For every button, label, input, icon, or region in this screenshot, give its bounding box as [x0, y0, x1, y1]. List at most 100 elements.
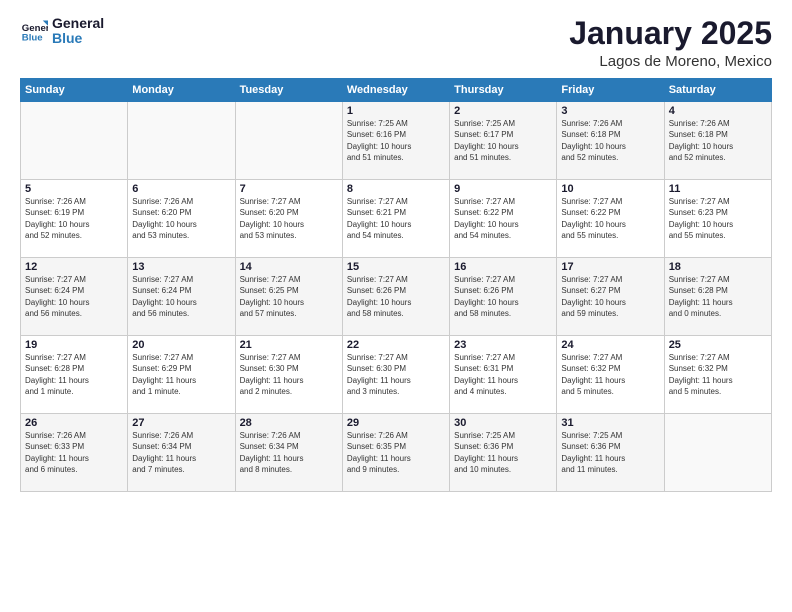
day-cell: 19Sunrise: 7:27 AM Sunset: 6:28 PM Dayli… — [21, 336, 128, 414]
day-cell — [128, 102, 235, 180]
day-info: Sunrise: 7:27 AM Sunset: 6:23 PM Dayligh… — [669, 196, 767, 241]
day-number: 21 — [240, 339, 338, 351]
day-cell: 7Sunrise: 7:27 AM Sunset: 6:20 PM Daylig… — [235, 180, 342, 258]
header-tuesday: Tuesday — [235, 79, 342, 102]
day-info: Sunrise: 7:25 AM Sunset: 6:16 PM Dayligh… — [347, 118, 445, 163]
day-number: 30 — [454, 417, 552, 429]
header-saturday: Saturday — [664, 79, 771, 102]
day-info: Sunrise: 7:27 AM Sunset: 6:30 PM Dayligh… — [240, 352, 338, 397]
logo-icon: General Blue — [20, 17, 48, 45]
day-number: 17 — [561, 261, 659, 273]
day-cell: 4Sunrise: 7:26 AM Sunset: 6:18 PM Daylig… — [664, 102, 771, 180]
day-info: Sunrise: 7:26 AM Sunset: 6:35 PM Dayligh… — [347, 430, 445, 475]
day-info: Sunrise: 7:27 AM Sunset: 6:30 PM Dayligh… — [347, 352, 445, 397]
day-info: Sunrise: 7:27 AM Sunset: 6:32 PM Dayligh… — [669, 352, 767, 397]
day-info: Sunrise: 7:26 AM Sunset: 6:33 PM Dayligh… — [25, 430, 123, 475]
day-number: 24 — [561, 339, 659, 351]
week-row-1: 1Sunrise: 7:25 AM Sunset: 6:16 PM Daylig… — [21, 102, 772, 180]
day-cell: 14Sunrise: 7:27 AM Sunset: 6:25 PM Dayli… — [235, 258, 342, 336]
day-cell: 25Sunrise: 7:27 AM Sunset: 6:32 PM Dayli… — [664, 336, 771, 414]
day-info: Sunrise: 7:26 AM Sunset: 6:20 PM Dayligh… — [132, 196, 230, 241]
day-number: 2 — [454, 105, 552, 117]
day-info: Sunrise: 7:27 AM Sunset: 6:21 PM Dayligh… — [347, 196, 445, 241]
day-cell: 21Sunrise: 7:27 AM Sunset: 6:30 PM Dayli… — [235, 336, 342, 414]
day-info: Sunrise: 7:27 AM Sunset: 6:31 PM Dayligh… — [454, 352, 552, 397]
day-info: Sunrise: 7:27 AM Sunset: 6:22 PM Dayligh… — [454, 196, 552, 241]
header-wednesday: Wednesday — [342, 79, 449, 102]
day-info: Sunrise: 7:26 AM Sunset: 6:18 PM Dayligh… — [561, 118, 659, 163]
day-info: Sunrise: 7:27 AM Sunset: 6:26 PM Dayligh… — [454, 274, 552, 319]
day-number: 20 — [132, 339, 230, 351]
day-number: 25 — [669, 339, 767, 351]
day-number: 26 — [25, 417, 123, 429]
day-number: 10 — [561, 183, 659, 195]
day-cell: 26Sunrise: 7:26 AM Sunset: 6:33 PM Dayli… — [21, 414, 128, 492]
calendar-subtitle: Lagos de Moreno, Mexico — [569, 53, 772, 70]
day-info: Sunrise: 7:27 AM Sunset: 6:32 PM Dayligh… — [561, 352, 659, 397]
day-number: 6 — [132, 183, 230, 195]
day-number: 11 — [669, 183, 767, 195]
logo-line2: Blue — [52, 31, 104, 46]
day-cell: 13Sunrise: 7:27 AM Sunset: 6:24 PM Dayli… — [128, 258, 235, 336]
day-number: 13 — [132, 261, 230, 273]
title-block: January 2025 Lagos de Moreno, Mexico — [569, 16, 772, 70]
day-cell: 29Sunrise: 7:26 AM Sunset: 6:35 PM Dayli… — [342, 414, 449, 492]
day-info: Sunrise: 7:26 AM Sunset: 6:34 PM Dayligh… — [132, 430, 230, 475]
day-cell: 24Sunrise: 7:27 AM Sunset: 6:32 PM Dayli… — [557, 336, 664, 414]
svg-text:Blue: Blue — [22, 33, 43, 44]
day-cell: 6Sunrise: 7:26 AM Sunset: 6:20 PM Daylig… — [128, 180, 235, 258]
day-cell: 11Sunrise: 7:27 AM Sunset: 6:23 PM Dayli… — [664, 180, 771, 258]
day-cell: 28Sunrise: 7:26 AM Sunset: 6:34 PM Dayli… — [235, 414, 342, 492]
day-cell: 16Sunrise: 7:27 AM Sunset: 6:26 PM Dayli… — [450, 258, 557, 336]
day-info: Sunrise: 7:26 AM Sunset: 6:34 PM Dayligh… — [240, 430, 338, 475]
day-number: 29 — [347, 417, 445, 429]
day-number: 14 — [240, 261, 338, 273]
day-number: 1 — [347, 105, 445, 117]
week-row-3: 12Sunrise: 7:27 AM Sunset: 6:24 PM Dayli… — [21, 258, 772, 336]
day-number: 31 — [561, 417, 659, 429]
day-info: Sunrise: 7:27 AM Sunset: 6:24 PM Dayligh… — [132, 274, 230, 319]
day-cell: 20Sunrise: 7:27 AM Sunset: 6:29 PM Dayli… — [128, 336, 235, 414]
day-info: Sunrise: 7:27 AM Sunset: 6:20 PM Dayligh… — [240, 196, 338, 241]
day-cell: 15Sunrise: 7:27 AM Sunset: 6:26 PM Dayli… — [342, 258, 449, 336]
day-info: Sunrise: 7:26 AM Sunset: 6:18 PM Dayligh… — [669, 118, 767, 163]
day-cell — [235, 102, 342, 180]
week-row-4: 19Sunrise: 7:27 AM Sunset: 6:28 PM Dayli… — [21, 336, 772, 414]
calendar-page: General Blue General Blue January 2025 L… — [0, 0, 792, 612]
day-cell: 18Sunrise: 7:27 AM Sunset: 6:28 PM Dayli… — [664, 258, 771, 336]
day-number: 16 — [454, 261, 552, 273]
day-cell: 23Sunrise: 7:27 AM Sunset: 6:31 PM Dayli… — [450, 336, 557, 414]
day-cell: 30Sunrise: 7:25 AM Sunset: 6:36 PM Dayli… — [450, 414, 557, 492]
calendar-body: 1Sunrise: 7:25 AM Sunset: 6:16 PM Daylig… — [21, 102, 772, 492]
day-number: 5 — [25, 183, 123, 195]
day-info: Sunrise: 7:27 AM Sunset: 6:27 PM Dayligh… — [561, 274, 659, 319]
header-thursday: Thursday — [450, 79, 557, 102]
day-info: Sunrise: 7:25 AM Sunset: 6:36 PM Dayligh… — [454, 430, 552, 475]
header-monday: Monday — [128, 79, 235, 102]
day-info: Sunrise: 7:25 AM Sunset: 6:17 PM Dayligh… — [454, 118, 552, 163]
day-cell: 2Sunrise: 7:25 AM Sunset: 6:17 PM Daylig… — [450, 102, 557, 180]
day-number: 7 — [240, 183, 338, 195]
day-cell — [664, 414, 771, 492]
day-number: 22 — [347, 339, 445, 351]
day-cell: 12Sunrise: 7:27 AM Sunset: 6:24 PM Dayli… — [21, 258, 128, 336]
day-number: 28 — [240, 417, 338, 429]
calendar-title: January 2025 — [569, 16, 772, 51]
week-row-2: 5Sunrise: 7:26 AM Sunset: 6:19 PM Daylig… — [21, 180, 772, 258]
day-number: 3 — [561, 105, 659, 117]
day-cell: 31Sunrise: 7:25 AM Sunset: 6:36 PM Dayli… — [557, 414, 664, 492]
day-number: 23 — [454, 339, 552, 351]
day-info: Sunrise: 7:27 AM Sunset: 6:24 PM Dayligh… — [25, 274, 123, 319]
day-number: 27 — [132, 417, 230, 429]
day-cell: 5Sunrise: 7:26 AM Sunset: 6:19 PM Daylig… — [21, 180, 128, 258]
day-info: Sunrise: 7:27 AM Sunset: 6:28 PM Dayligh… — [25, 352, 123, 397]
day-cell: 17Sunrise: 7:27 AM Sunset: 6:27 PM Dayli… — [557, 258, 664, 336]
day-info: Sunrise: 7:27 AM Sunset: 6:28 PM Dayligh… — [669, 274, 767, 319]
day-info: Sunrise: 7:25 AM Sunset: 6:36 PM Dayligh… — [561, 430, 659, 475]
day-cell: 3Sunrise: 7:26 AM Sunset: 6:18 PM Daylig… — [557, 102, 664, 180]
day-cell: 8Sunrise: 7:27 AM Sunset: 6:21 PM Daylig… — [342, 180, 449, 258]
day-info: Sunrise: 7:27 AM Sunset: 6:22 PM Dayligh… — [561, 196, 659, 241]
day-number: 8 — [347, 183, 445, 195]
header: General Blue General Blue January 2025 L… — [20, 16, 772, 70]
calendar-header: SundayMondayTuesdayWednesdayThursdayFrid… — [21, 79, 772, 102]
